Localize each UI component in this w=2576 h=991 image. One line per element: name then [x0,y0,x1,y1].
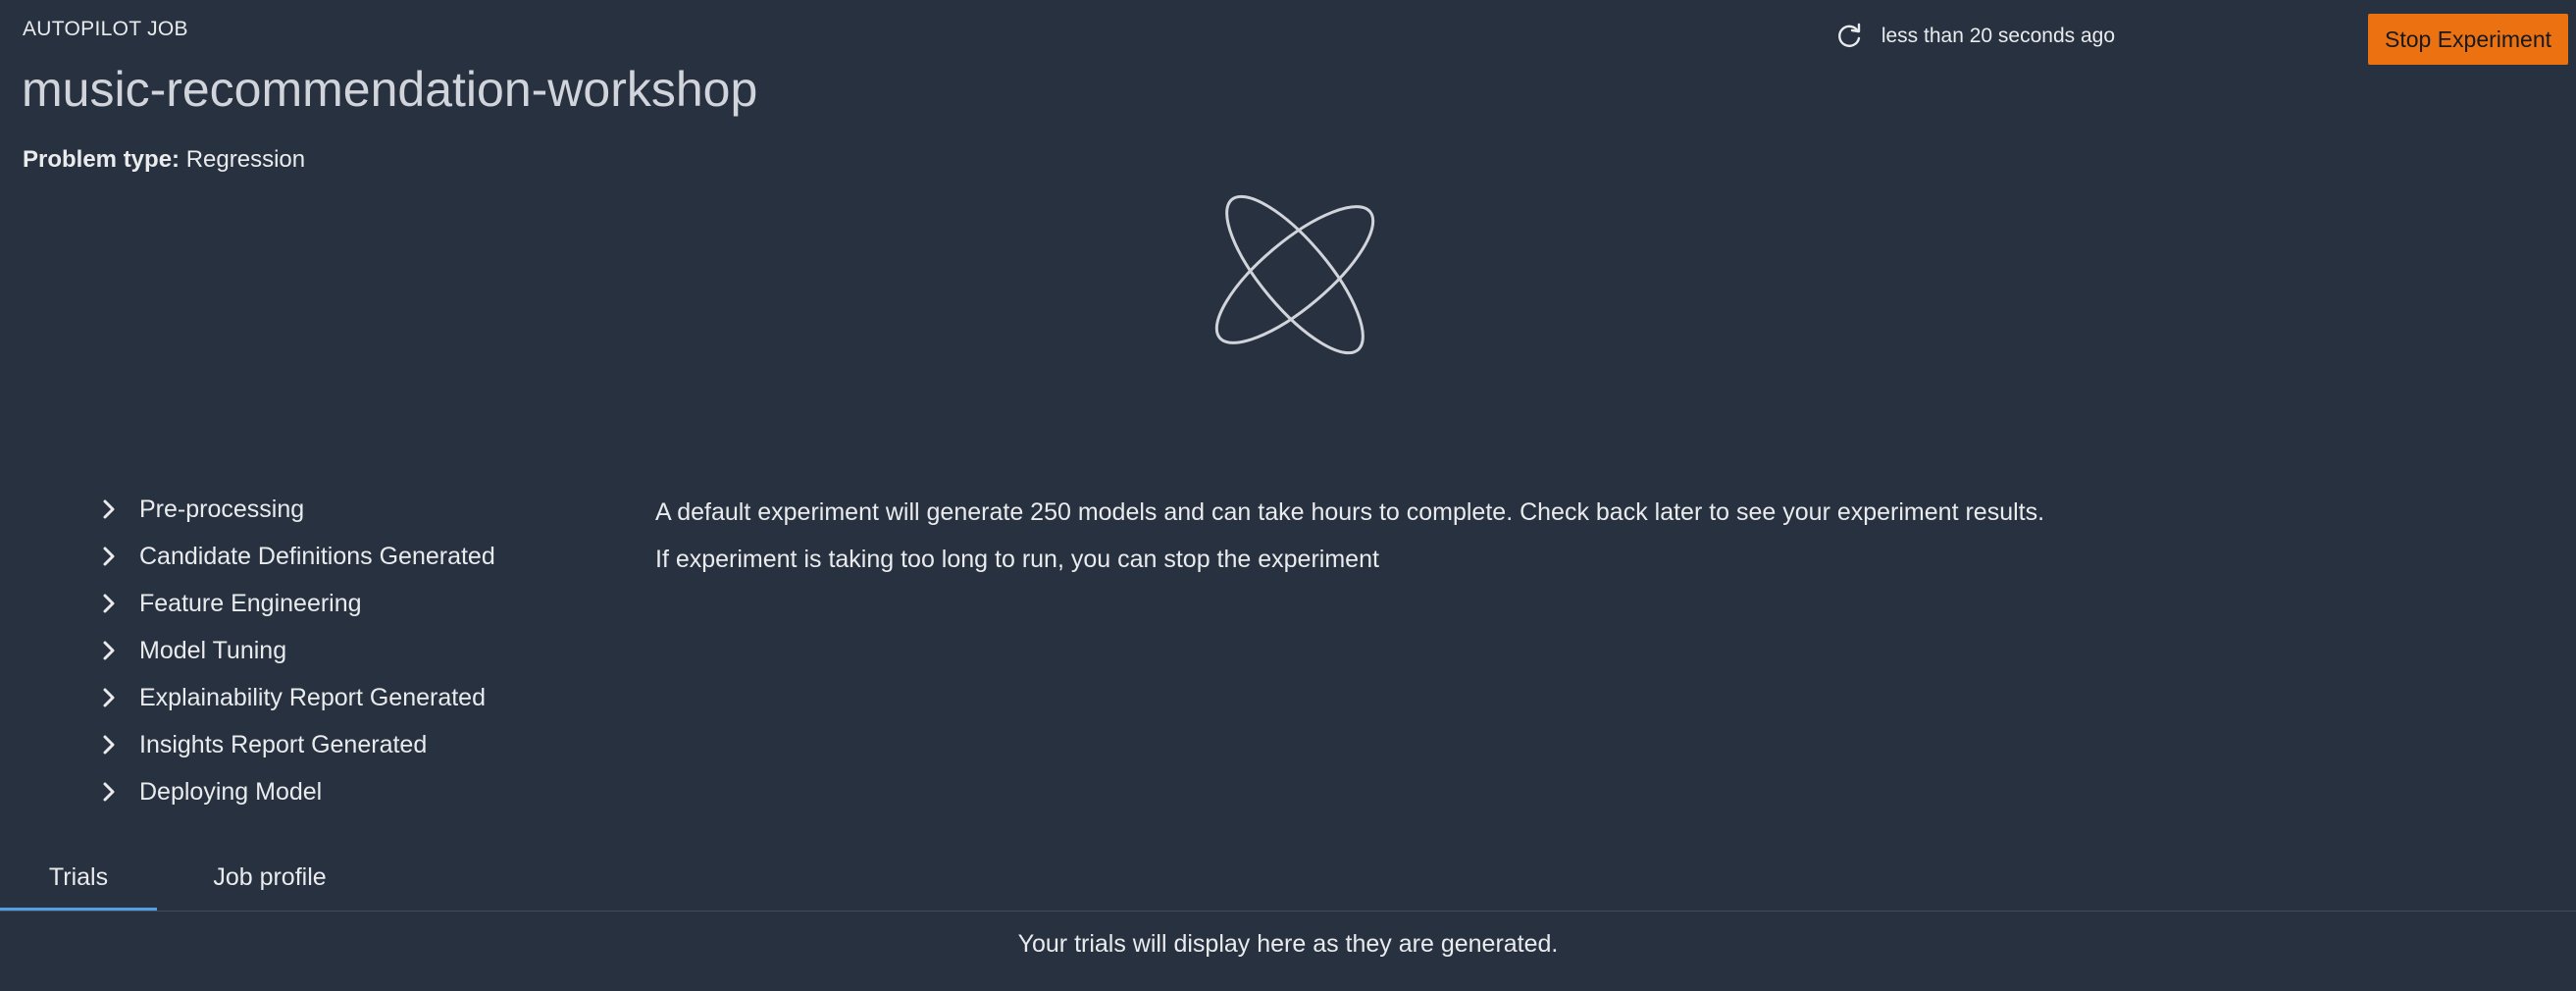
chevron-right-icon [103,499,115,519]
step-model-tuning[interactable]: Model Tuning [94,627,495,674]
job-steps-list: Pre-processing Candidate Definitions Gen… [94,486,495,815]
step-label: Model Tuning [139,636,287,664]
step-pre-processing[interactable]: Pre-processing [94,486,495,533]
trials-empty-message: Your trials will display here as they ar… [1017,930,1559,958]
info-line-2: If experiment is taking too long to run,… [655,546,1379,573]
step-insights-report[interactable]: Insights Report Generated [94,721,495,768]
problem-type: Problem type: Regression [23,146,305,174]
problem-type-label: Problem type: [23,146,180,173]
step-label: Insights Report Generated [139,730,428,758]
tab-job-profile[interactable]: Job profile [186,846,353,909]
chevron-right-icon [103,735,115,755]
stop-experiment-button[interactable]: Stop Experiment [2368,14,2568,65]
step-label: Deploying Model [139,777,323,806]
tab-bar: Trials Job profile [0,846,2576,912]
info-line-1: A default experiment will generate 250 m… [655,498,2045,526]
chevron-right-icon [103,547,115,566]
page-title: music-recommendation-workshop [22,62,758,117]
tab-trials[interactable]: Trials [0,846,157,911]
problem-type-value: Regression [185,146,306,173]
step-deploying-model[interactable]: Deploying Model [94,768,495,815]
step-candidate-definitions[interactable]: Candidate Definitions Generated [94,533,495,580]
experiment-info: A default experiment will generate 250 m… [655,489,2044,583]
chevron-right-icon [103,641,115,660]
last-refreshed-text: less than 20 seconds ago [1880,25,2115,47]
step-feature-engineering[interactable]: Feature Engineering [94,580,495,627]
step-label: Candidate Definitions Generated [139,542,495,570]
chevron-right-icon [103,782,115,802]
page-eyebrow: AUTOPILOT JOB [23,18,188,40]
step-label: Explainability Report Generated [139,683,486,711]
chevron-right-icon [103,594,115,613]
refresh-status: less than 20 seconds ago [1834,22,2115,51]
orbit-spinner-icon [1214,194,1375,355]
chevron-right-icon [103,688,115,707]
refresh-icon[interactable] [1834,22,1864,51]
step-label: Pre-processing [139,495,305,523]
step-label: Feature Engineering [139,589,362,617]
autopilot-job-page: AUTOPILOT JOB music-recommendation-works… [0,0,2576,991]
step-explainability-report[interactable]: Explainability Report Generated [94,674,495,721]
